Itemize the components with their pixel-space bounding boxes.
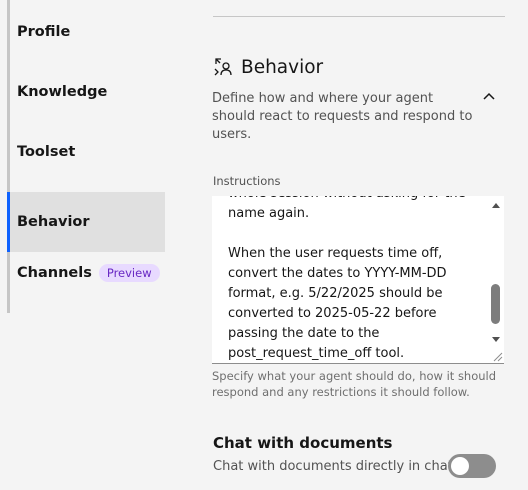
- textarea-scrollbar[interactable]: [488, 196, 504, 363]
- scroll-down-arrow-icon[interactable]: [491, 335, 501, 345]
- instructions-line: passing the date to the: [228, 326, 380, 341]
- preview-badge: Preview: [98, 264, 160, 282]
- sidebar-item-profile[interactable]: Profile: [7, 2, 165, 62]
- chat-with-documents-description: Chat with documents directly in chat: [213, 459, 453, 474]
- instructions-line: whole session without asking for the: [228, 196, 478, 204]
- sidebar-item-label: Toolset: [17, 144, 76, 160]
- instructions-line: converted to 2025-05-22 before: [228, 306, 437, 321]
- sidebar-item-label: Behavior: [17, 214, 90, 230]
- behavior-person-arrows-icon: [214, 58, 232, 76]
- collapse-button[interactable]: [480, 88, 498, 106]
- sidebar-nav: Profile Knowledge Toolset Behavior Chann…: [0, 0, 165, 490]
- instructions-line: convert the dates to YYYY-MM-DD: [228, 266, 447, 281]
- scroll-up-arrow-icon[interactable]: [491, 200, 501, 210]
- sidebar-item-knowledge[interactable]: Knowledge: [7, 62, 165, 122]
- instructions-textarea[interactable]: whole session without asking for the nam…: [212, 196, 504, 364]
- section-divider: [213, 16, 505, 17]
- instructions-line: name again.: [228, 206, 310, 221]
- scroll-thumb[interactable]: [491, 284, 500, 324]
- sidebar-item-label: Knowledge: [17, 84, 108, 100]
- chat-with-documents-toggle[interactable]: [448, 454, 496, 478]
- instructions-line: format, e.g. 5/22/2025 should be: [228, 286, 443, 301]
- section-description: Define how and where your agent should r…: [212, 91, 473, 142]
- sidebar-item-label: Profile: [17, 24, 71, 40]
- chat-with-documents-title: Chat with documents: [213, 434, 393, 452]
- sidebar-item-channels[interactable]: Channels Preview: [7, 243, 165, 303]
- instructions-line: post_request_time_off tool.: [228, 346, 405, 361]
- instructions-text: whole session without asking for the nam…: [228, 196, 478, 363]
- chevron-up-icon: [483, 92, 495, 100]
- toggle-knob: [451, 457, 469, 475]
- instructions-helper-text: Specify what your agent should do, how i…: [212, 369, 497, 399]
- instructions-label: Instructions: [213, 174, 281, 188]
- instructions-line: When the user requests time off,: [228, 246, 443, 261]
- behavior-section-header: Behavior: [213, 56, 323, 78]
- resize-handle-icon[interactable]: [491, 350, 503, 362]
- section-title: Behavior: [241, 56, 324, 78]
- instructions-line: [228, 224, 478, 244]
- sidebar-item-label: Channels: [17, 265, 92, 281]
- sidebar-item-toolset[interactable]: Toolset: [7, 122, 165, 182]
